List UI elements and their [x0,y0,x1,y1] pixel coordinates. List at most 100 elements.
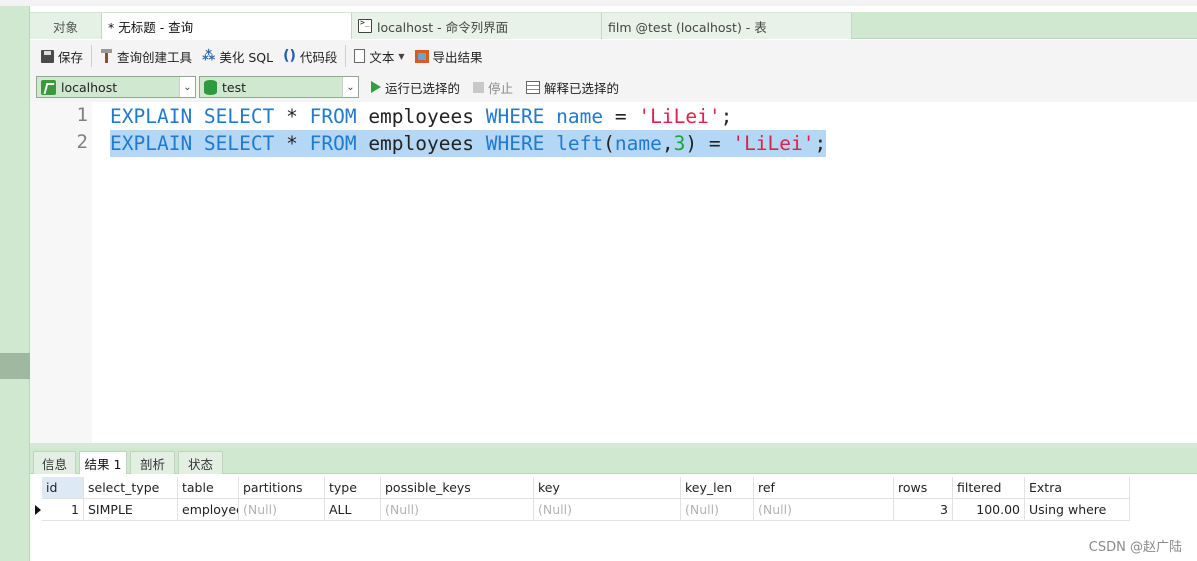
column-header[interactable]: select_type [84,477,178,499]
code-snippet-button[interactable]: () 代码段 [278,43,342,69]
explain-selected-label: 解释已选择的 [544,80,620,96]
sql-token: = [603,105,639,128]
beautify-sql-button[interactable]: ⁂ 美化 SQL [197,43,278,69]
toolbar-divider [345,45,347,67]
left-side-strip [0,6,30,561]
sql-token: FROM [309,105,357,128]
sql-token: employees [356,105,486,128]
tab-objects-label: 对象 [52,19,78,35]
column-header[interactable]: key_len [681,477,754,499]
column-header[interactable]: type [325,477,381,499]
tab-status[interactable]: 状态 [178,451,223,474]
side-strip-handle[interactable] [0,353,30,379]
sql-token: ; [814,132,827,155]
sql-token: FROM [309,132,357,155]
table-cell[interactable]: ALL [325,499,381,521]
column-header[interactable]: partitions [239,477,325,499]
result-tab-bar: 信息 结果 1 剖析 状态 [30,448,1197,474]
column-header[interactable]: id [42,477,84,499]
column-header[interactable]: Extra [1025,477,1130,499]
run-selected-label: 运行已选择的 [385,80,461,96]
play-icon [371,81,381,93]
export-results-label: 导出结果 [432,49,483,65]
column-header[interactable]: ref [754,477,894,499]
sql-token: 'LiLei' [638,105,721,128]
current-row-indicator-icon [32,499,42,521]
table-cell[interactable]: SIMPLE [84,499,178,521]
sql-token: ( [603,132,615,155]
connection-bar: localhost ⌄ test ⌄ 运行已选择的 停止 解释已选择的 [30,72,1197,102]
database-name: test [222,79,247,95]
column-header[interactable]: rows [894,477,953,499]
save-icon [41,49,54,63]
tab-film-table-label: film @test (localhost) - 表 [608,19,767,35]
column-header[interactable]: table [178,477,239,499]
tab-film-table[interactable]: film @test (localhost) - 表 [602,13,852,504]
line-number: 1 [76,104,88,126]
sql-token: name [556,105,604,128]
parentheses-icon: () [283,48,296,64]
tab-profile[interactable]: 剖析 [130,451,175,474]
tab-profile-label: 剖析 [139,456,165,472]
tab-result-1-label: 结果 1 [84,456,122,472]
table-cell[interactable]: (Null) [754,499,894,521]
database-select[interactable]: test ⌄ [199,76,359,98]
table-cell[interactable]: 3 [894,499,953,521]
tab-untitled-query[interactable]: * 无标题 - 查询 [102,13,352,504]
query-builder-label: 查询创建工具 [117,49,193,65]
tab-command-line[interactable]: localhost - 命令列界面 [352,13,602,39]
tab-objects[interactable]: 对象 [30,13,102,39]
line-number: 2 [76,131,88,153]
tab-status-label: 状态 [187,456,213,472]
tab-untitled-query-label: * 无标题 - 查询 [108,19,194,35]
sql-token: employees [356,132,486,155]
sql-token: EXPLAIN SELECT [110,132,275,155]
text-mode-dropdown[interactable]: 文本 ▼ [349,43,409,69]
watermark: CSDN @赵广陆 [1088,540,1182,555]
tab-info[interactable]: 信息 [33,451,76,474]
document-icon [354,49,366,63]
connection-select[interactable]: localhost ⌄ [36,76,196,98]
save-label: 保存 [58,49,84,65]
sql-token: EXPLAIN SELECT [110,105,275,128]
database-icon [204,79,217,95]
sql-token: 3 [673,132,686,155]
table-cell[interactable]: (Null) [239,499,325,521]
connection-name: localhost [61,79,118,95]
sql-token: * [274,105,310,128]
terminal-icon [358,18,372,33]
table-cell[interactable]: (Null) [381,499,534,521]
explain-selected-button[interactable]: 解释已选择的 [521,74,624,100]
table-cell[interactable]: (Null) [681,499,754,521]
sql-token: WHERE [485,105,545,128]
line-number-gutter: 1 2 [30,102,92,443]
code-line-selected[interactable]: EXPLAIN SELECT * FROM employees WHERE le… [110,130,827,157]
table-cell[interactable]: 1 [42,499,84,521]
sql-token: * [274,132,310,155]
text-mode-label: 文本 [369,49,395,65]
code-line[interactable]: EXPLAIN SELECT * FROM employees WHERE na… [110,103,732,130]
column-header[interactable]: filtered [953,477,1025,499]
column-header[interactable]: possible_keys [381,477,534,499]
chevron-down-icon: ⌄ [342,77,358,97]
save-button[interactable]: 保存 [36,43,88,69]
export-icon [414,49,429,63]
table-cell[interactable]: (Null) [534,499,681,521]
table-cell[interactable]: 100.00 [953,499,1025,521]
sql-token: name [614,132,662,155]
export-results-button[interactable]: 导出结果 [410,43,488,69]
tab-bar: 对象 * 无标题 - 查询 localhost - 命令列界面 film @te… [30,12,1197,504]
query-builder-button[interactable]: 查询创建工具 [95,43,197,69]
column-header[interactable]: key [534,477,681,499]
sql-token: 'LiLei' [732,132,815,155]
sql-token: left [556,132,604,155]
sql-editor[interactable]: 1 2 EXPLAIN SELECT * FROM employees WHER… [30,102,1197,443]
table-cell[interactable]: Using where [1025,499,1130,521]
tab-result-1[interactable]: 结果 1 [79,451,127,474]
code-snippet-label: 代码段 [299,49,338,65]
table-cell[interactable]: employee [178,499,239,521]
stop-button[interactable]: 停止 [468,74,518,100]
run-selected-button[interactable]: 运行已选择的 [366,74,465,100]
